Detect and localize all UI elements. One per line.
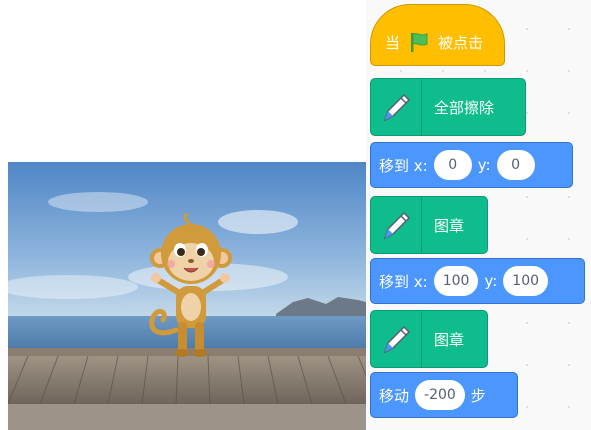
goto-y-label: y: xyxy=(477,156,491,174)
event-clicked-label: 被点击 xyxy=(438,33,484,52)
stamp-block-1[interactable]: 图章 xyxy=(370,196,488,254)
pen-icon xyxy=(371,196,422,254)
pen-icon xyxy=(371,310,422,368)
stage[interactable] xyxy=(8,162,366,430)
stage-canvas xyxy=(8,162,366,430)
goto-xy-block-2[interactable]: 移到 x: 100 y: 100 xyxy=(370,258,585,304)
goto-xy-block-1[interactable]: 移到 x: 0 y: 0 xyxy=(370,142,573,188)
goto-x-input[interactable]: 0 xyxy=(433,150,472,180)
move-unit-label: 步 xyxy=(470,386,486,405)
move-steps-input[interactable]: -200 xyxy=(415,380,465,410)
goto-y-input[interactable]: 0 xyxy=(496,150,535,180)
goto-y-label: y: xyxy=(484,272,498,290)
event-when-label: 当 xyxy=(385,33,401,52)
pen-icon xyxy=(371,78,422,136)
stamp-label: 图章 xyxy=(434,330,465,349)
move-label: 移动 xyxy=(379,386,410,405)
goto-label: 移到 x: xyxy=(379,156,428,175)
code-area[interactable]: 当 被点击 全部擦除 移到 x: 0 y: 0 图章 移到 x: 100 y: … xyxy=(366,0,591,430)
goto-y-input[interactable]: 100 xyxy=(503,266,549,296)
goto-x-input[interactable]: 100 xyxy=(433,266,479,296)
stamp-block-2[interactable]: 图章 xyxy=(370,310,488,368)
erase-all-label: 全部擦除 xyxy=(434,98,495,117)
stamp-label: 图章 xyxy=(434,216,465,235)
erase-all-block[interactable]: 全部擦除 xyxy=(370,78,526,136)
move-steps-block[interactable]: 移动 -200 步 xyxy=(370,372,518,418)
green-flag-icon xyxy=(408,31,430,53)
when-flag-clicked-block[interactable]: 当 被点击 xyxy=(370,4,505,66)
goto-label: 移到 x: xyxy=(379,272,428,291)
